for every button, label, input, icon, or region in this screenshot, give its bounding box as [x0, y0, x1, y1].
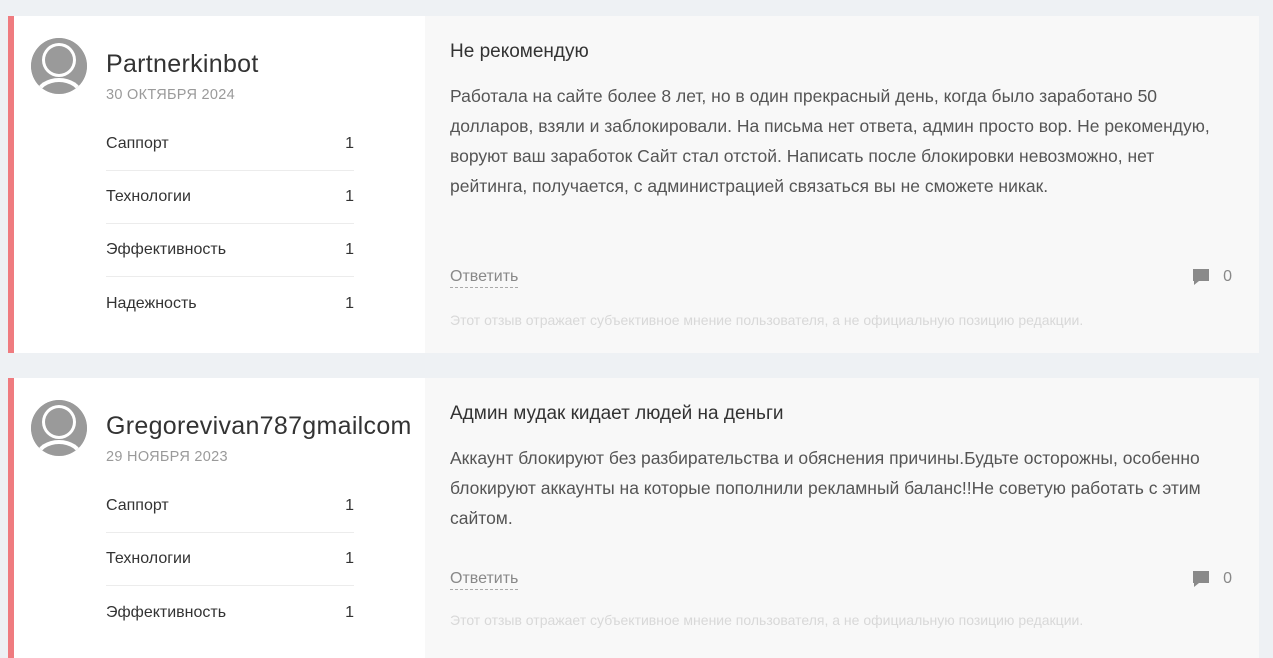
review-disclaimer: Этот отзыв отражает субъективное мнение … — [450, 312, 1084, 328]
review-author-panel: Partnerkinbot 30 ОКТЯБРЯ 2024 Саппорт 1 … — [14, 16, 425, 353]
review-content-panel: Админ мудак кидает людей на деньги Аккау… — [425, 378, 1259, 658]
review-author-panel: Gregorevivan787gmailcom 29 НОЯБРЯ 2023 С… — [14, 378, 425, 658]
rating-label: Саппорт — [106, 497, 169, 514]
avatar-icon — [31, 38, 87, 94]
review-text: Работала на сайте более 8 лет, но в один… — [450, 86, 1210, 196]
rating-list: Саппорт 1 Технологии 1 Эффективность 1 Н… — [106, 118, 354, 330]
avatar-icon — [31, 400, 87, 456]
comment-count: 0 — [1223, 268, 1232, 285]
rating-row-reliability: Надежность 1 — [106, 277, 354, 330]
rating-row-efficiency: Эффективность 1 — [106, 224, 354, 277]
rating-label: Надежность — [106, 294, 197, 312]
rating-value: 1 — [345, 497, 354, 514]
rating-row-technology: Технологии 1 — [106, 533, 354, 586]
rating-label: Эффективность — [106, 241, 227, 258]
reply-link[interactable]: Ответить — [450, 569, 519, 590]
comment-bubble-icon — [1193, 571, 1210, 587]
rating-row-efficiency: Эффективность 1 — [106, 586, 354, 639]
rating-value: 1 — [345, 603, 354, 621]
rating-value: 1 — [345, 550, 354, 567]
rating-label: Технологии — [106, 188, 191, 205]
rating-value: 1 — [345, 188, 354, 205]
rating-label: Технологии — [106, 550, 191, 567]
review-date: 29 НОЯБРЯ 2023 — [106, 449, 228, 465]
rating-list: Саппорт 1 Технологии 1 Эффективность 1 — [106, 480, 354, 639]
rating-value: 1 — [345, 294, 354, 312]
review-title: Админ мудак кидает людей на деньги — [450, 403, 784, 424]
comment-count-button[interactable]: 0 — [1191, 267, 1232, 287]
comment-bubble-icon — [1193, 269, 1210, 285]
review-disclaimer: Этот отзыв отражает субъективное мнение … — [450, 612, 1084, 628]
review-date: 30 ОКТЯБРЯ 2024 — [106, 87, 236, 103]
rating-label: Эффективность — [106, 603, 227, 621]
review-title: Не рекомендую — [450, 41, 589, 62]
review-username: Partnerkinbot — [106, 50, 259, 78]
comment-count-button[interactable]: 0 — [1191, 569, 1232, 589]
rating-row-support: Саппорт 1 — [106, 480, 354, 533]
review-text: Аккаунт блокируют без разбирательства и … — [450, 448, 1201, 528]
reply-link[interactable]: Ответить — [450, 267, 519, 288]
rating-label: Саппорт — [106, 135, 169, 152]
comment-count: 0 — [1223, 570, 1232, 587]
review-card: Gregorevivan787gmailcom 29 НОЯБРЯ 2023 С… — [8, 378, 1259, 658]
rating-row-support: Саппорт 1 — [106, 118, 354, 171]
rating-row-technology: Технологии 1 — [106, 171, 354, 224]
review-username: Gregorevivan787gmailcom — [106, 412, 412, 440]
rating-value: 1 — [345, 135, 354, 152]
review-card: Partnerkinbot 30 ОКТЯБРЯ 2024 Саппорт 1 … — [8, 16, 1259, 353]
review-content-panel: Не рекомендую Работала на сайте более 8 … — [425, 16, 1259, 353]
rating-value: 1 — [345, 241, 354, 258]
